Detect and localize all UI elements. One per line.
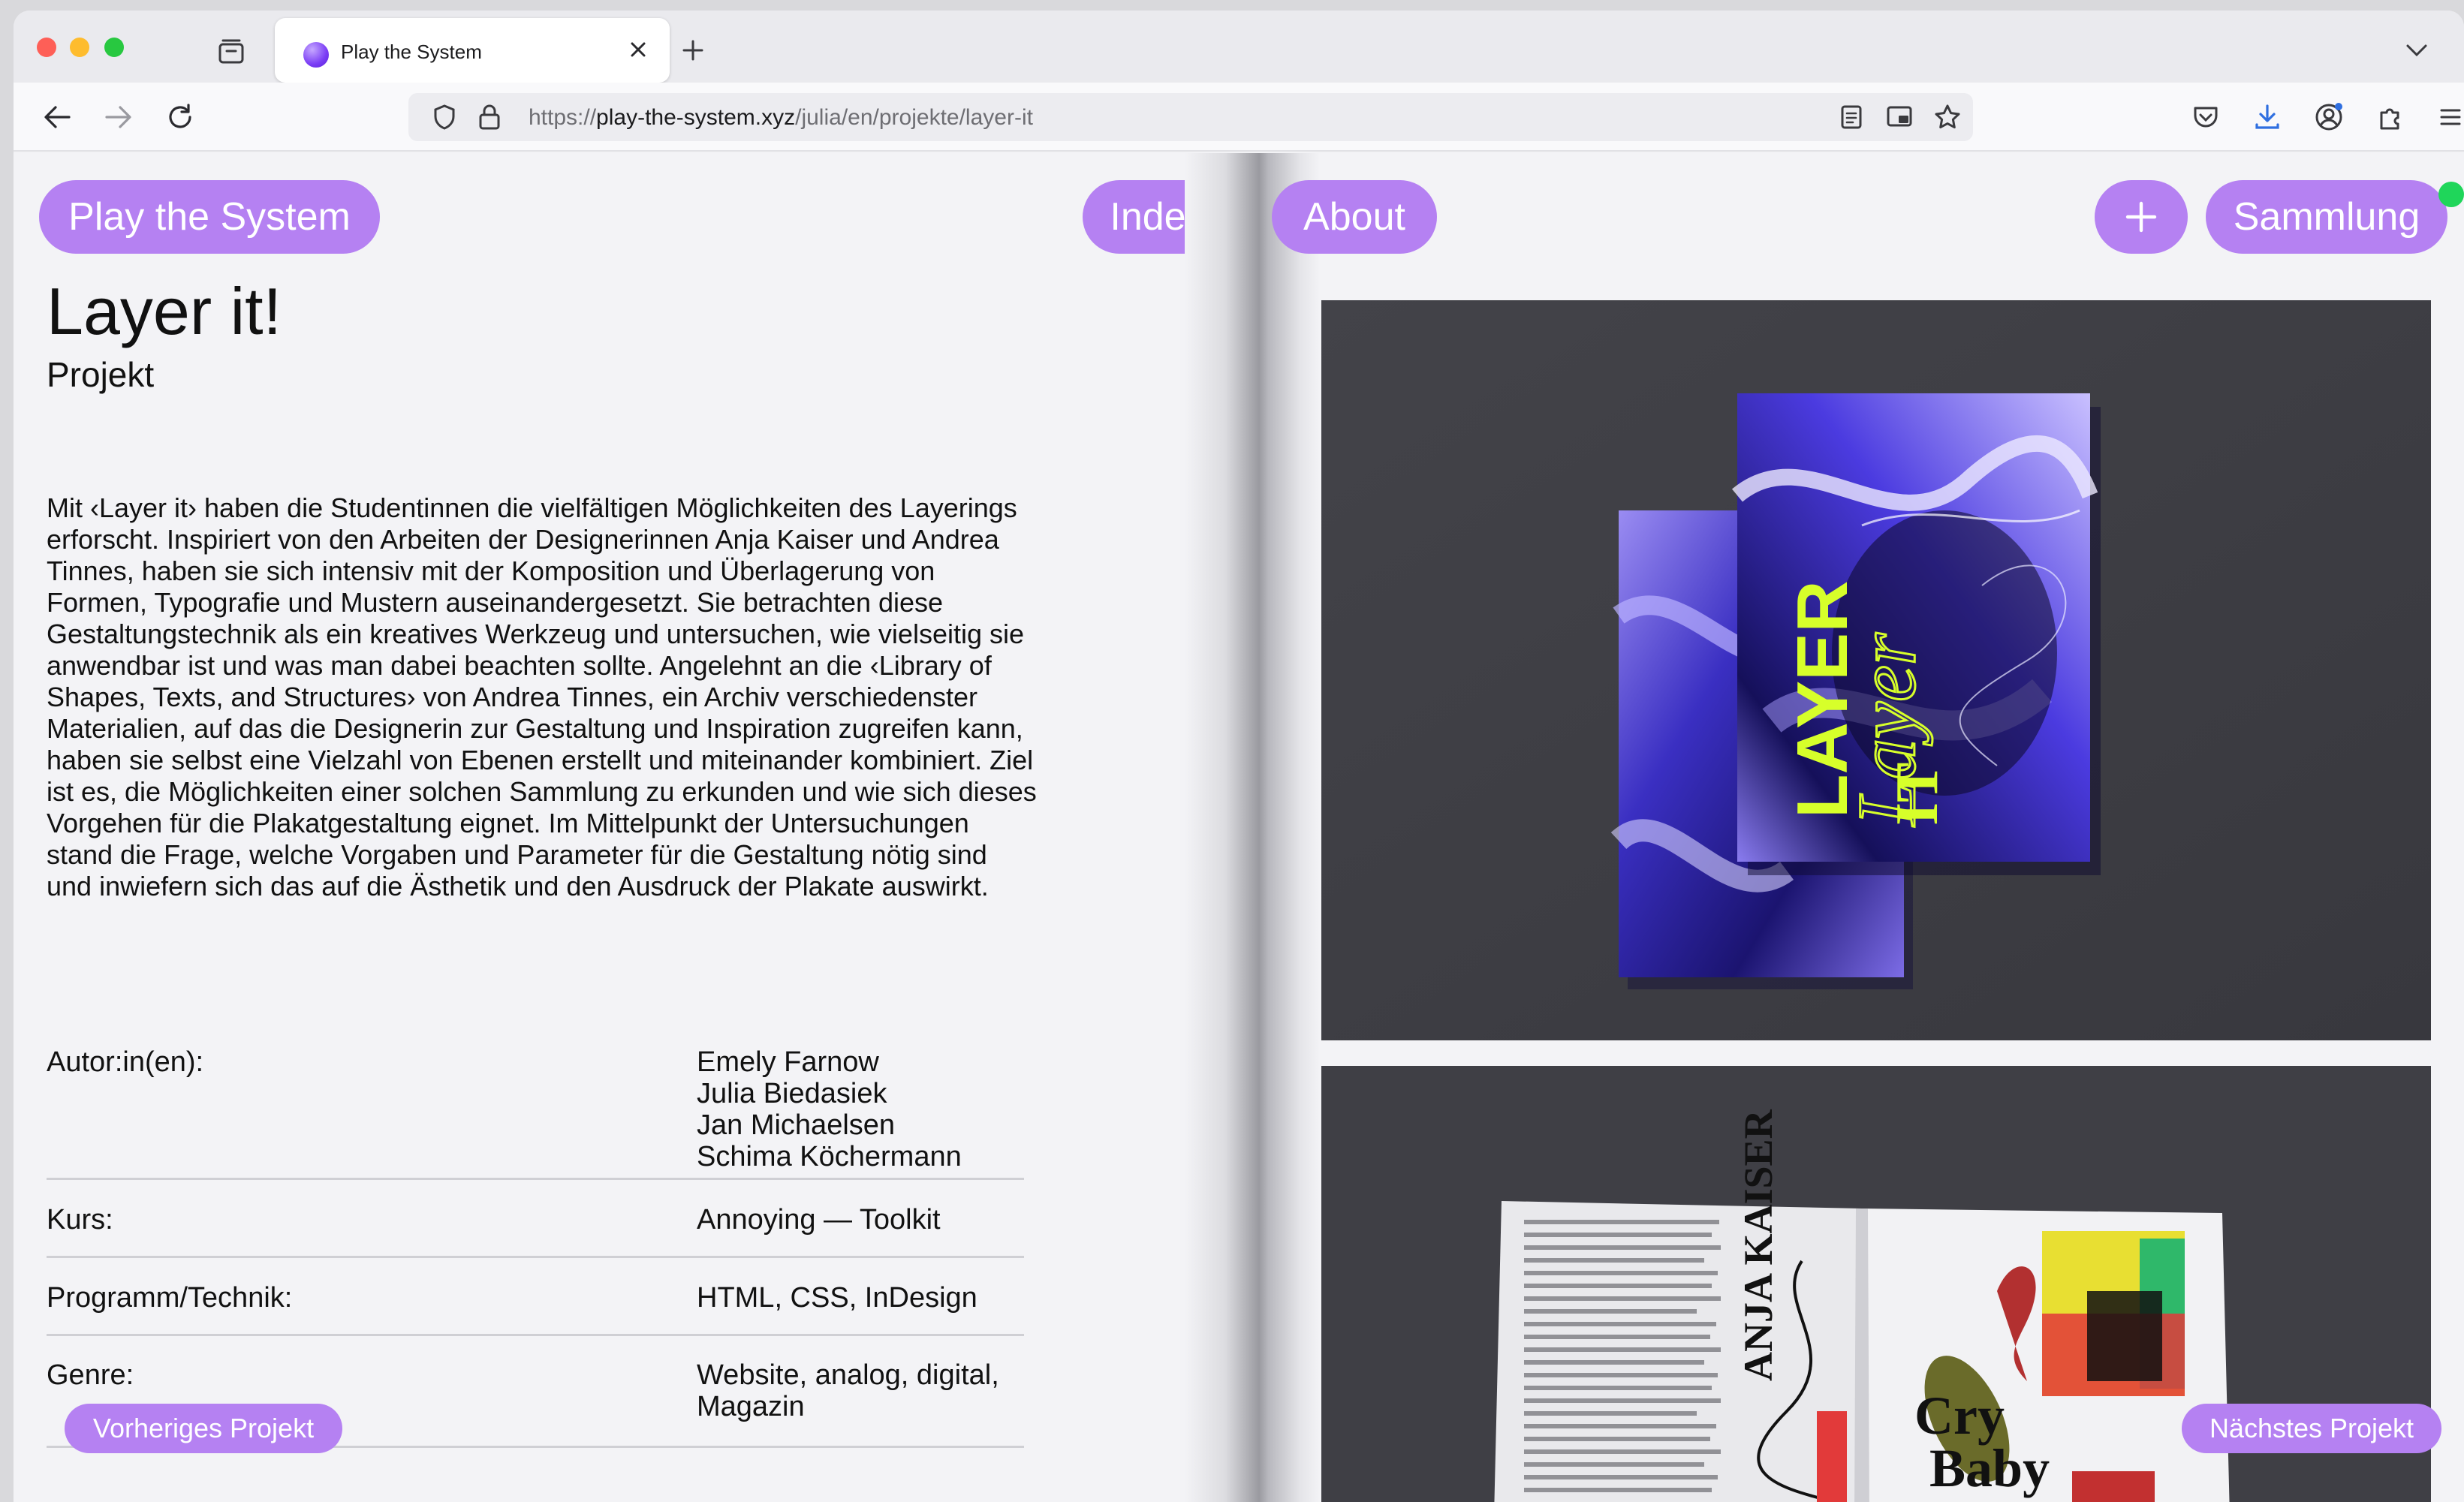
url-host: play-the-system.xyz <box>596 105 796 130</box>
list-all-tabs-button[interactable] <box>2399 33 2434 68</box>
magazine-cover-illustration: LAYER Layer IT <box>1321 300 2431 1040</box>
extensions-button[interactable] <box>2372 99 2408 135</box>
arrow-right-icon <box>105 106 131 128</box>
page-content: Play the System Index Layer it! Projekt … <box>14 153 2464 1502</box>
next-project-button[interactable]: Nächstes Projekt <box>2182 1404 2441 1453</box>
address-bar[interactable]: https://play-the-system.xyz/julia/en/pro… <box>408 93 1973 141</box>
project-info-pane: Play the System Index Layer it! Projekt … <box>14 153 1252 1502</box>
hamburger-menu-icon <box>2440 109 2461 125</box>
picture-in-picture-icon <box>1887 106 1912 127</box>
account-button[interactable] <box>2311 99 2347 135</box>
lock-icon <box>479 104 500 130</box>
plus-icon <box>682 40 703 61</box>
project-image-covers: LAYER Layer IT <box>1321 300 2431 1040</box>
meta-value-course: Annoying — Toolkit <box>697 1204 941 1236</box>
about-nav-button[interactable]: About <box>1272 180 1437 254</box>
meta-label-technique: Programm/Technik: <box>47 1282 293 1314</box>
tab-title: Play the System <box>341 41 482 63</box>
meta-value-technique: HTML, CSS, InDesign <box>697 1282 977 1314</box>
plus-icon <box>2125 201 2157 233</box>
close-tab-button[interactable] <box>623 35 653 65</box>
project-subtitle: Projekt <box>47 355 155 394</box>
url-scheme: https:// <box>529 105 597 130</box>
tab-list-button[interactable] <box>213 33 249 69</box>
back-button[interactable] <box>39 99 75 135</box>
author-name: Schima Köchermann <box>697 1141 962 1172</box>
forward-button[interactable] <box>101 99 137 135</box>
genre-line: Website, analog, digital, <box>697 1359 999 1391</box>
previous-project-button[interactable]: Vorheriges Projekt <box>65 1404 342 1453</box>
genre-line: Magazin <box>697 1391 805 1422</box>
reader-view-button[interactable] <box>1835 101 1868 134</box>
picture-in-picture-button[interactable] <box>1883 101 1916 134</box>
tab-overview-icon <box>218 39 244 64</box>
new-tab-button[interactable] <box>676 33 710 68</box>
chevron-down-icon <box>2406 44 2427 57</box>
meta-value-genre: Website, analog, digital, Magazin <box>697 1359 999 1422</box>
tab-active[interactable]: Play the System <box>275 18 670 83</box>
author-name: Jan Michaelsen <box>697 1109 896 1141</box>
tab-bar: Play the System <box>14 11 2464 83</box>
meta-value-authors: Emely Farnow Julia Biedasiek Jan Michael… <box>697 1046 962 1172</box>
reload-icon <box>169 104 191 128</box>
project-gallery-pane: About Sammlung LAYER Layer IT ANJA KAISE… <box>1272 153 2464 1502</box>
star-icon <box>1935 104 1960 129</box>
minimize-window-button[interactable] <box>70 38 89 57</box>
browser-window: Play the System https://play-the-system.… <box>14 11 2464 1502</box>
navigation-bar: https://play-the-system.xyz/julia/en/pro… <box>14 83 2464 152</box>
arrow-left-icon <box>44 106 71 128</box>
pocket-icon <box>2194 107 2218 128</box>
site-info-button[interactable] <box>473 101 506 134</box>
meta-label-course: Kurs: <box>47 1204 113 1236</box>
notification-dot <box>2438 182 2464 207</box>
project-description: Mit ‹Layer it› haben die Studentinnen di… <box>47 492 1037 902</box>
reload-button[interactable] <box>162 99 198 135</box>
pocket-button[interactable] <box>2188 99 2224 135</box>
url-path: /julia/en/projekte/layer-it <box>795 105 1033 130</box>
bookmark-button[interactable] <box>1931 101 1964 134</box>
add-button[interactable] <box>2095 180 2188 254</box>
meta-label-genre: Genre: <box>47 1359 134 1391</box>
download-icon <box>2255 104 2279 129</box>
reader-view-icon <box>1841 105 1862 129</box>
zoom-window-button[interactable] <box>104 38 124 57</box>
tracking-protection-button[interactable] <box>428 101 461 134</box>
app-menu-button[interactable] <box>2432 99 2464 135</box>
puzzle-icon <box>2380 108 2399 130</box>
downloads-button[interactable] <box>2249 99 2285 135</box>
site-brand-button[interactable]: Play the System <box>39 180 380 254</box>
account-icon <box>2315 103 2342 131</box>
meta-row-authors: Autor:in(en): Emely Farnow Julia Biedasi… <box>47 1046 1024 1180</box>
author-name: Emely Farnow <box>697 1046 879 1078</box>
cover-it-text: IT <box>1884 763 1950 826</box>
spread-heading-text: ANJA KAISER <box>1736 1109 1781 1381</box>
meta-row-technique: Programm/Technik: HTML, CSS, InDesign <box>47 1282 1024 1336</box>
url-text[interactable]: https://play-the-system.xyz/julia/en/pro… <box>529 105 1033 131</box>
meta-label-authors: Autor:in(en): <box>47 1046 204 1078</box>
site-favicon-icon <box>303 42 329 68</box>
author-name: Julia Biedasiek <box>697 1078 887 1109</box>
project-title: Layer it! <box>47 274 282 348</box>
collection-button[interactable]: Sammlung <box>2206 180 2447 254</box>
shield-icon <box>434 104 455 130</box>
spread-script-text-1: Cry <box>1914 1386 2005 1446</box>
spread-script-text-2: Baby <box>1929 1438 2050 1498</box>
meta-row-course: Kurs: Annoying — Toolkit <box>47 1204 1024 1258</box>
close-window-button[interactable] <box>37 38 56 57</box>
close-icon <box>631 42 646 57</box>
